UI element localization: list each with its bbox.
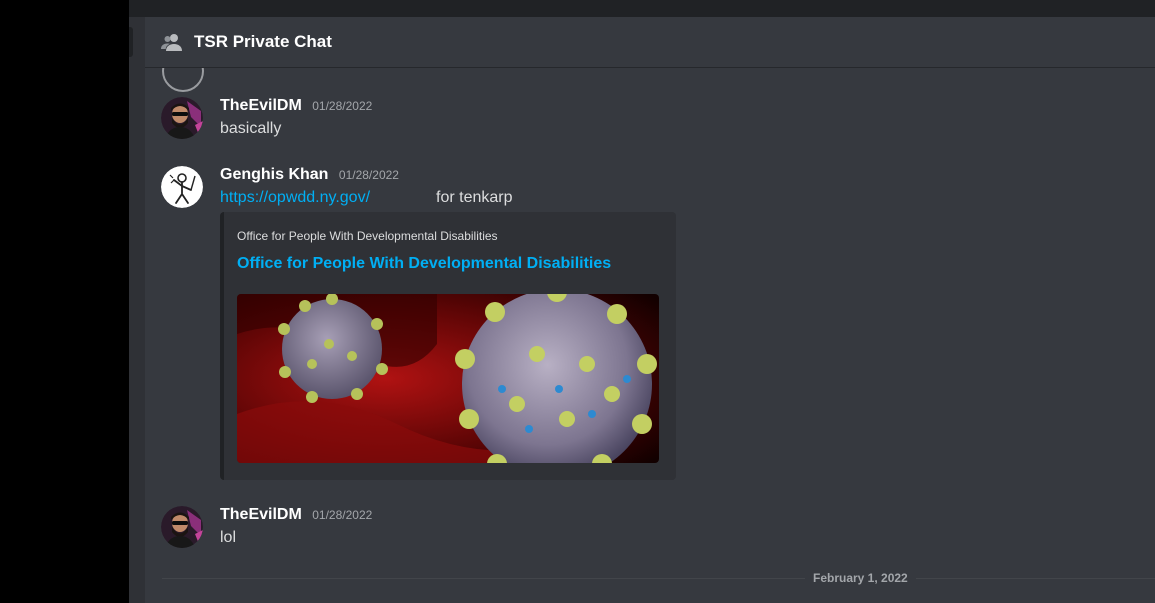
message-timestamp: 01/28/2022: [312, 99, 373, 113]
embed-provider[interactable]: Office for People With Developmental Dis…: [237, 229, 498, 243]
message-author[interactable]: Genghis Khan: [220, 166, 328, 183]
embed-image[interactable]: [237, 294, 659, 463]
message-link[interactable]: https://opwdd.ny.gov/: [220, 189, 370, 206]
message-author[interactable]: TheEvilDM: [220, 506, 302, 523]
window-top-strip: [129, 0, 1155, 17]
embed-title[interactable]: Office for People With Developmental Dis…: [237, 255, 611, 273]
sidebar-edge-tab: [129, 27, 133, 57]
evil-dm-avatar[interactable]: [161, 97, 203, 139]
evil-dm-avatar[interactable]: [161, 506, 203, 548]
channel-title: TSR Private Chat: [194, 32, 332, 51]
sidebar-edge: [129, 17, 145, 603]
message-timestamp: 01/28/2022: [312, 508, 373, 522]
chat-main: TSR Private Chat TheEvilDM 01/28/2022 ba…: [129, 17, 1155, 603]
genghis-avatar[interactable]: [161, 166, 203, 208]
message-author[interactable]: TheEvilDM: [220, 97, 302, 114]
message-list[interactable]: TheEvilDM 01/28/2022 basically Genghis K…: [145, 50, 1155, 603]
channel-header: TSR Private Chat: [145, 17, 1155, 68]
message-text: for tenkarp: [436, 189, 513, 206]
message-text: basically: [220, 120, 282, 137]
date-divider: [162, 578, 1155, 579]
message-text: lol: [220, 529, 237, 546]
date-divider-label: February 1, 2022: [805, 571, 916, 585]
left-black-panel: [0, 0, 129, 603]
message-timestamp: 01/28/2022: [338, 168, 399, 182]
link-embed: Office for People With Developmental Dis…: [220, 212, 676, 480]
dm-group-icon: [160, 30, 184, 54]
